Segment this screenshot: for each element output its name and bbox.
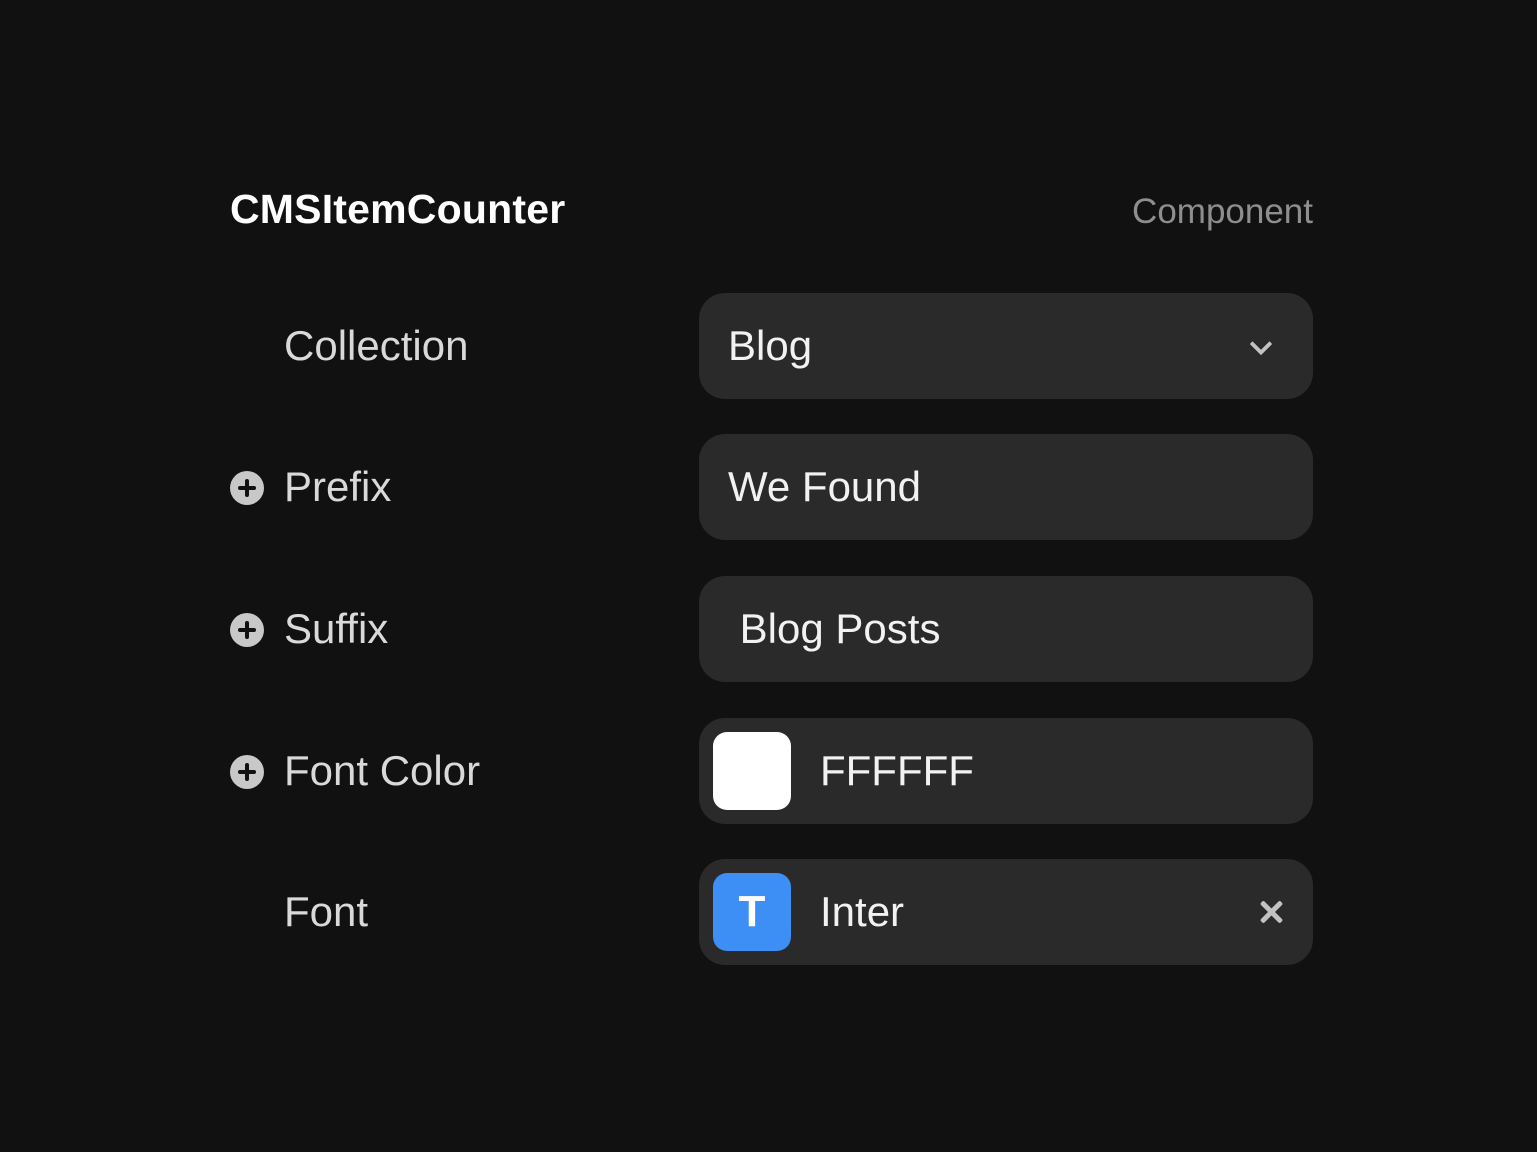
collection-select-value: Blog <box>728 322 813 369</box>
suffix-input[interactable]: Blog Posts <box>699 576 1313 682</box>
close-icon[interactable] <box>1255 896 1287 928</box>
panel-header: CMSItemCounter Component <box>230 180 1313 244</box>
plus-circle-icon[interactable] <box>230 471 264 505</box>
suffix-input-value: Blog Posts <box>728 605 941 652</box>
property-row-font: Font T Inter <box>230 859 1313 965</box>
component-title: CMSItemCounter <box>230 186 566 232</box>
property-row-suffix: Suffix Blog Posts <box>230 576 1313 682</box>
text-icon: T <box>713 873 791 951</box>
property-label-collection: Collection <box>284 322 469 369</box>
prefix-input-value: We Found <box>728 463 921 510</box>
chevron-down-icon[interactable] <box>1249 332 1273 356</box>
property-label-font-color: Font Color <box>284 747 481 794</box>
prefix-input[interactable]: We Found <box>699 434 1313 540</box>
property-label-font: Font <box>284 888 369 935</box>
component-properties-panel: CMSItemCounter Component Collection Blog… <box>230 180 1313 965</box>
collection-select[interactable]: Blog <box>699 293 1313 399</box>
property-label-prefix: Prefix <box>284 463 392 510</box>
font-select[interactable]: T Inter <box>699 859 1313 965</box>
plus-circle-icon[interactable] <box>230 613 264 647</box>
font-select-value: Inter <box>820 888 905 935</box>
component-kind-label: Component <box>1132 192 1313 231</box>
property-row-font-color: Font Color FFFFFF <box>230 718 1313 824</box>
property-row-prefix: Prefix We Found <box>230 434 1313 540</box>
font-color-input[interactable]: FFFFFF <box>699 718 1313 824</box>
property-row-collection: Collection Blog <box>230 293 1313 399</box>
font-color-value: FFFFFF <box>820 747 974 794</box>
property-label-suffix: Suffix <box>284 605 389 652</box>
plus-circle-icon[interactable] <box>230 755 264 789</box>
color-swatch[interactable] <box>713 732 791 810</box>
